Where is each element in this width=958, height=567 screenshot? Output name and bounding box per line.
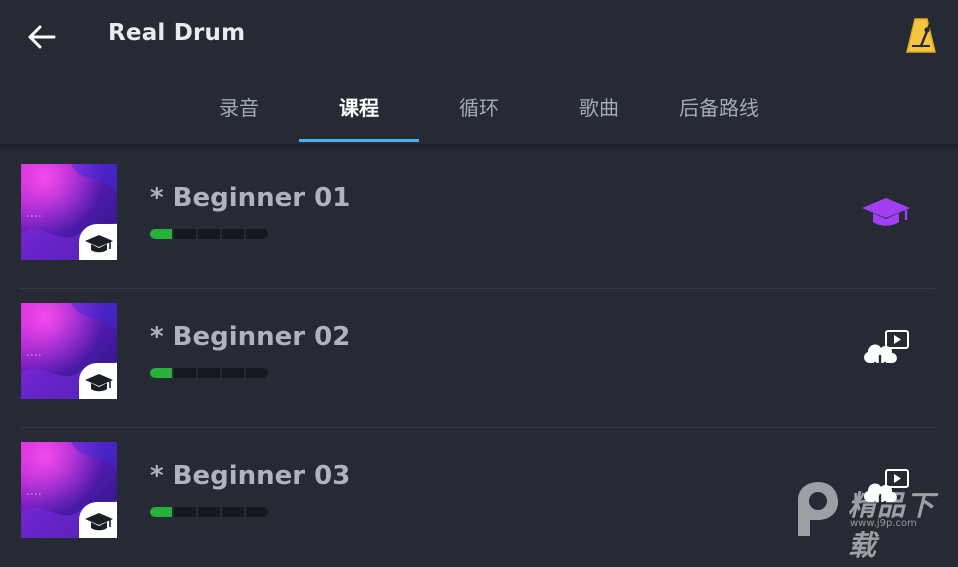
progress-segment xyxy=(222,507,244,517)
progress-segment xyxy=(174,229,196,239)
cloud-download-video-icon xyxy=(864,330,909,370)
lesson-progress xyxy=(150,507,268,517)
progress-segment xyxy=(222,229,244,239)
lesson-thumbnail xyxy=(21,303,117,399)
back-button[interactable] xyxy=(24,20,60,54)
tab-lessons[interactable]: 课程 xyxy=(299,74,419,144)
progress-segment xyxy=(246,507,268,517)
graduation-cap-icon xyxy=(85,235,113,253)
course-badge xyxy=(79,224,117,260)
category-tabs: 录音 课程 循环 歌曲 后备路线 xyxy=(0,74,958,144)
graduation-cap-icon xyxy=(85,513,113,531)
lesson-thumbnail xyxy=(21,164,117,260)
progress-segment xyxy=(222,368,244,378)
active-tab-indicator xyxy=(299,139,419,142)
lesson-progress xyxy=(150,229,268,239)
metronome-icon xyxy=(906,18,936,53)
start-lesson-button[interactable] xyxy=(858,188,914,234)
tab-loops[interactable]: 循环 xyxy=(419,74,539,144)
lesson-progress xyxy=(150,368,268,378)
progress-segment xyxy=(198,368,220,378)
progress-segment xyxy=(198,229,220,239)
progress-segment xyxy=(198,507,220,517)
progress-segment xyxy=(174,368,196,378)
course-badge xyxy=(79,363,117,399)
progress-segment xyxy=(150,368,172,378)
lesson-row-beginner-02[interactable]: * Beginner 02 xyxy=(0,289,958,428)
lesson-row-beginner-01[interactable]: * Beginner 01 xyxy=(0,150,958,289)
app-title: Real Drum xyxy=(108,20,246,46)
top-app-bar: Real Drum xyxy=(0,0,958,74)
progress-segment xyxy=(150,229,172,239)
download-lesson-button[interactable] xyxy=(858,466,914,512)
tab-backing-tracks[interactable]: 后备路线 xyxy=(659,74,779,144)
arrow-left-icon xyxy=(28,25,56,49)
cloud-download-video-icon xyxy=(864,469,909,509)
lesson-row-beginner-03[interactable]: * Beginner 03 xyxy=(0,428,958,567)
lesson-title: * Beginner 02 xyxy=(150,322,351,352)
progress-segment xyxy=(150,507,172,517)
progress-segment xyxy=(246,229,268,239)
download-lesson-button[interactable] xyxy=(858,327,914,373)
tab-songs[interactable]: 歌曲 xyxy=(539,74,659,144)
lesson-title: * Beginner 01 xyxy=(150,183,351,213)
lesson-thumbnail xyxy=(21,442,117,538)
lesson-title: * Beginner 03 xyxy=(150,461,351,491)
graduation-cap-icon xyxy=(85,374,113,392)
progress-segment xyxy=(174,507,196,517)
progress-segment xyxy=(246,368,268,378)
graduation-cap-icon xyxy=(862,198,910,226)
tab-recording[interactable]: 录音 xyxy=(179,74,299,144)
metronome-button[interactable] xyxy=(903,16,939,56)
course-badge xyxy=(79,502,117,538)
